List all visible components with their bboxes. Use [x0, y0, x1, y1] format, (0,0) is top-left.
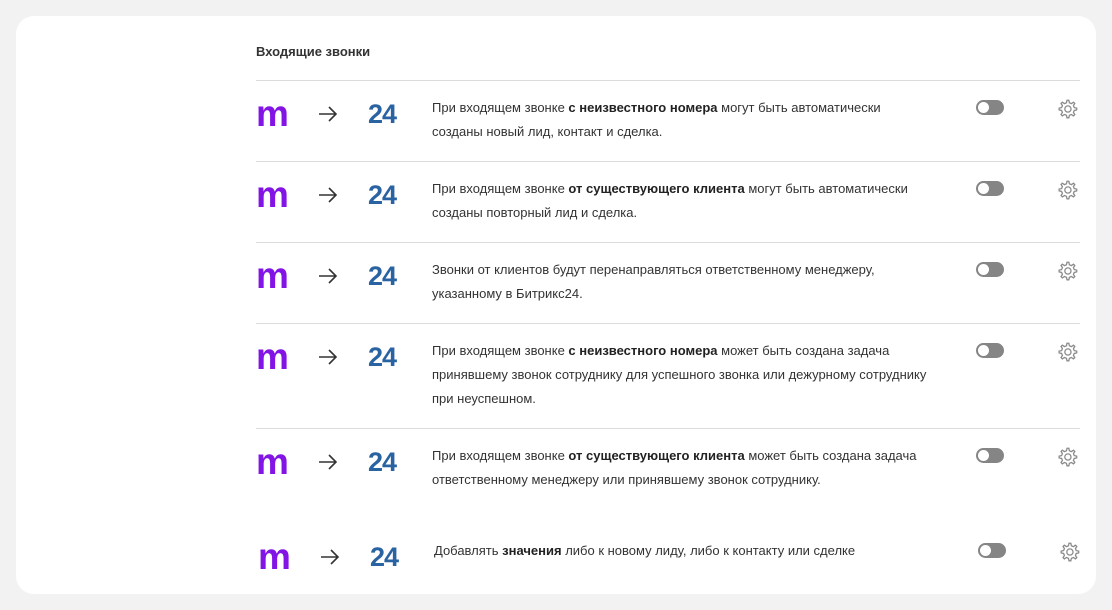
- bitrix24-logo: 24: [368, 261, 397, 291]
- rule-toggle[interactable]: [976, 448, 1004, 463]
- gear-icon[interactable]: [1056, 446, 1078, 468]
- arrow-right-icon: [319, 187, 338, 203]
- arrow-right-icon: [319, 106, 338, 122]
- m-logo: m: [256, 255, 289, 296]
- divider: [256, 161, 1080, 162]
- m-logo: m: [256, 93, 289, 134]
- rule-toggle[interactable]: [976, 100, 1004, 115]
- bitrix24-logo: 24: [368, 99, 397, 129]
- toggle-knob: [978, 102, 989, 113]
- bitrix24-logo: 24: [368, 180, 397, 210]
- rule-toggle[interactable]: [976, 181, 1004, 196]
- arrow-right-icon: [321, 549, 340, 565]
- divider: [256, 242, 1080, 243]
- toggle-knob: [978, 264, 989, 275]
- m-logo: m: [256, 441, 289, 482]
- rule-description: При входящем звонке с неизвестного номер…: [432, 100, 881, 139]
- divider: [256, 428, 1080, 429]
- arrow-right-icon: [319, 349, 338, 365]
- divider: [256, 323, 1080, 324]
- gear-icon[interactable]: [1058, 541, 1080, 563]
- bitrix24-logo: 24: [368, 447, 397, 477]
- m-logo: m: [258, 536, 291, 577]
- gear-icon[interactable]: [1056, 179, 1078, 201]
- integration-card: Входящие звонки m 24 При входящем звонке…: [16, 16, 1096, 594]
- rule-description: Звонки от клиентов будут перенаправлятьс…: [432, 262, 875, 301]
- toggle-knob: [980, 545, 991, 556]
- rule-description: При входящем звонке от существующего кли…: [432, 448, 917, 487]
- toggle-knob: [978, 450, 989, 461]
- rule-description: Добавлять значения либо к новому лиду, л…: [434, 543, 856, 558]
- rule-description: При входящем звонке от существующего кли…: [432, 181, 908, 220]
- gear-icon[interactable]: [1056, 260, 1078, 282]
- arrow-right-icon: [319, 454, 338, 470]
- bitrix24-logo: 24: [370, 542, 399, 572]
- rule-toggle[interactable]: [976, 343, 1004, 358]
- toggle-knob: [978, 183, 989, 194]
- rule-toggle[interactable]: [976, 262, 1004, 277]
- gear-icon[interactable]: [1056, 98, 1078, 120]
- gear-icon[interactable]: [1056, 341, 1078, 363]
- rule-toggle[interactable]: [978, 543, 1006, 558]
- divider: [256, 80, 1080, 81]
- m-logo: m: [256, 174, 289, 215]
- bitrix24-logo: 24: [368, 342, 397, 372]
- rule-description: При входящем звонке с неизвестного номер…: [432, 343, 927, 406]
- section-title: Входящие звонки: [256, 44, 371, 59]
- m-logo: m: [256, 336, 289, 377]
- arrow-right-icon: [319, 268, 338, 284]
- toggle-knob: [978, 345, 989, 356]
